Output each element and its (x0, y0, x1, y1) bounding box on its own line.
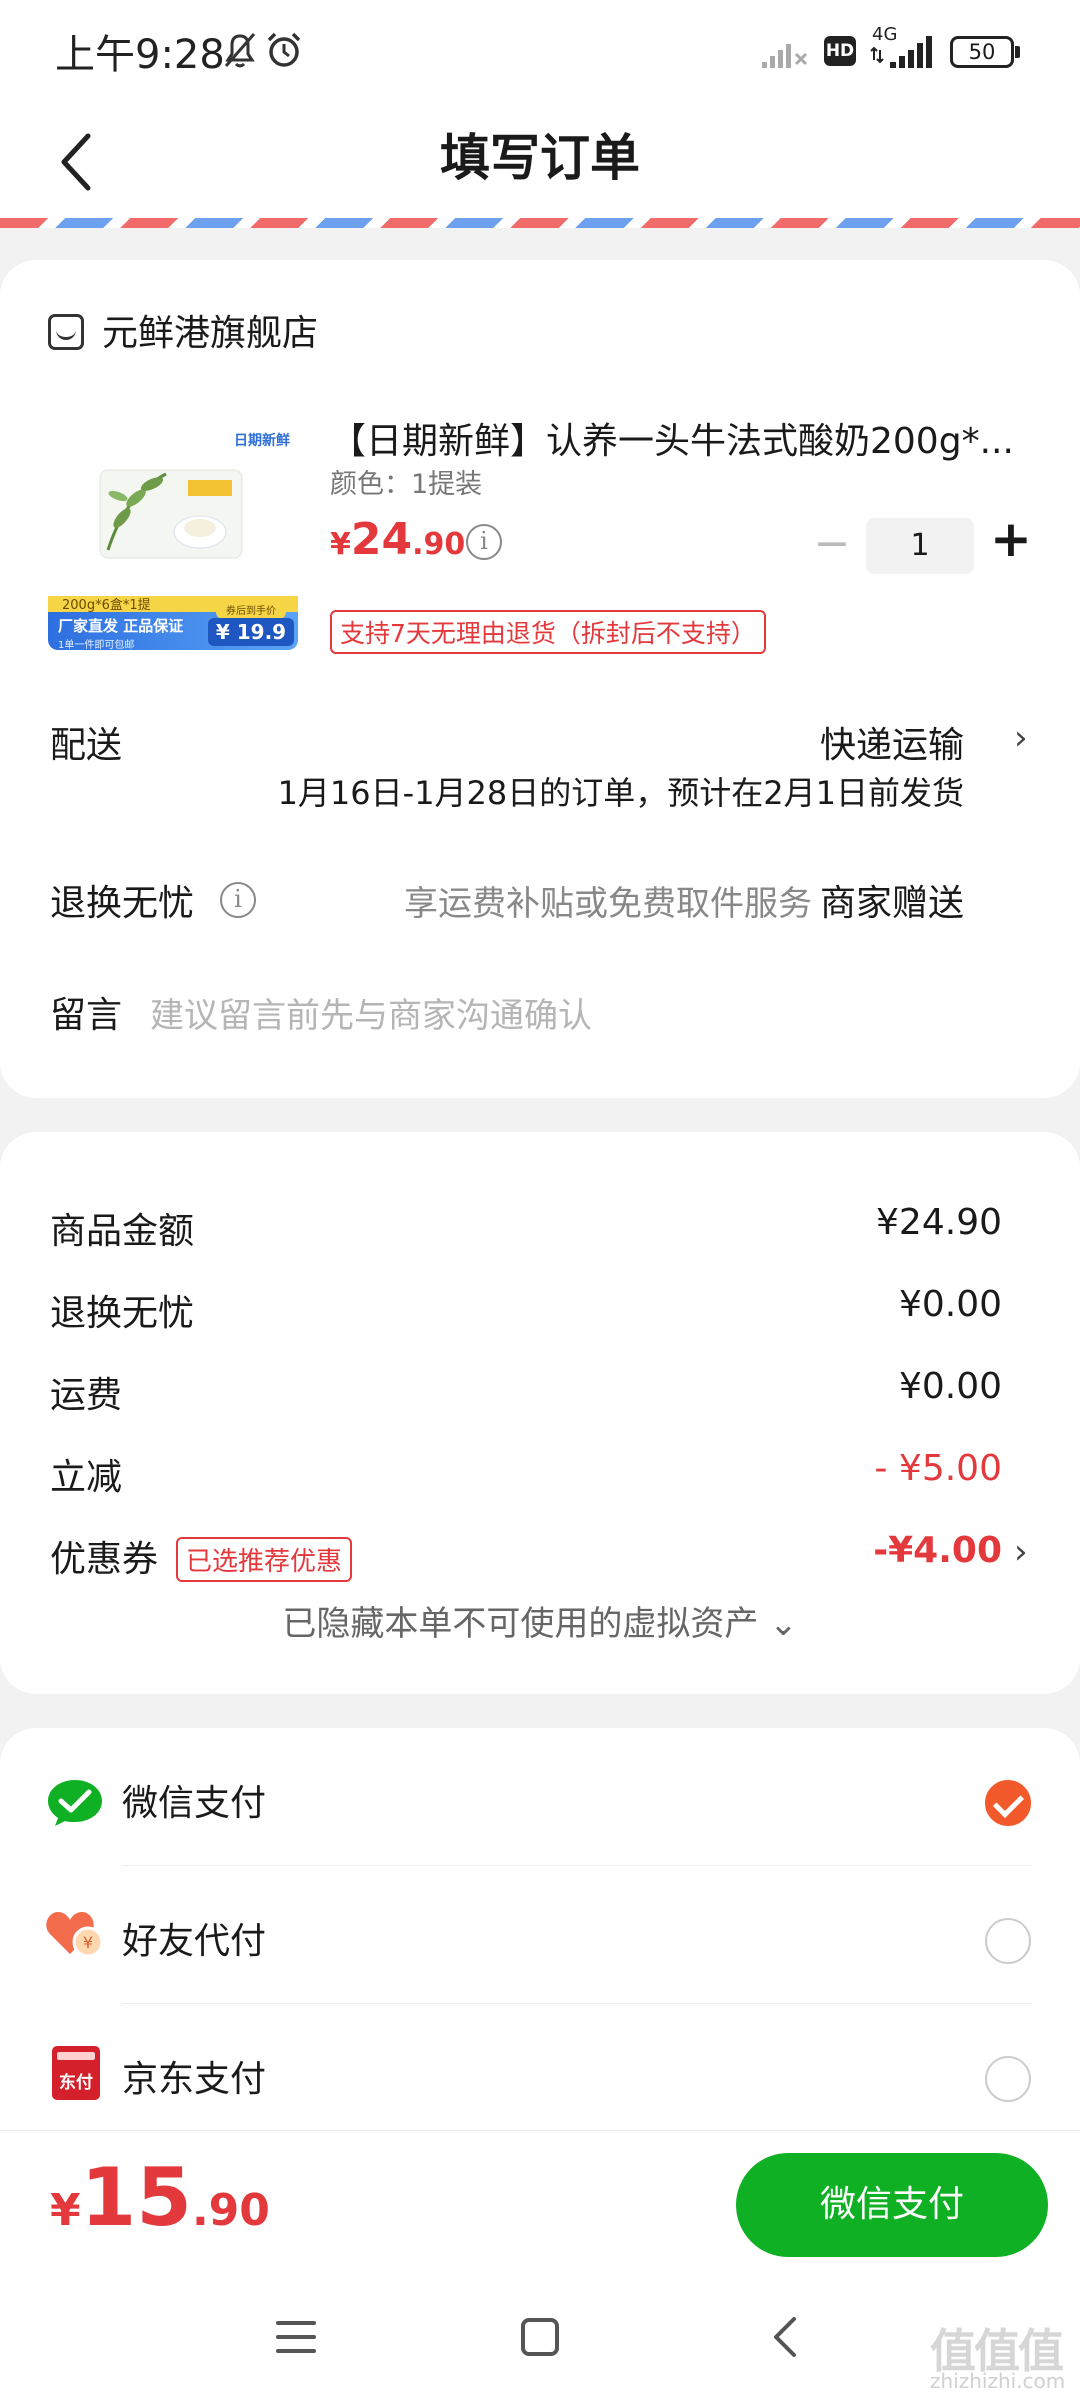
product-image-banner-text: 厂家直发 正品保证 (58, 617, 184, 635)
battery-tip (1015, 46, 1020, 58)
header: 填写订单 (0, 100, 1080, 220)
product-spec[interactable]: 颜色：1提装 (330, 462, 482, 501)
worry-free-value[interactable]: 商家赠送 (820, 874, 964, 926)
summary-label-shipping: 运费 (50, 1375, 123, 1416)
return-policy-badge: 支持7天无理由退货（拆封后不支持） (330, 610, 766, 654)
watermark-url: zhizhizhi.com (930, 2369, 1066, 2393)
yogurt-illustration (99, 469, 243, 559)
payment-radio-wechat[interactable] (985, 1780, 1031, 1826)
worry-free-info-icon[interactable]: i (220, 882, 256, 918)
payment-radio-jd[interactable] (985, 2056, 1031, 2102)
product-image-tag: 日期新鲜 (234, 433, 290, 449)
payment-label-friend: 好友代付 (122, 1921, 267, 1962)
status-bar: 上午9:28 HD 4G 50 (0, 0, 1080, 100)
product-title[interactable]: 【日期新鲜】认养一头牛法式酸奶200g*... (330, 412, 1030, 464)
order-card: 元鲜港旗舰店 日期新鲜 200g*6盒*1提 厂家直发 正品保证 1单一件即可包… (0, 260, 1080, 1098)
product-image[interactable]: 日期新鲜 200g*6盒*1提 厂家直发 正品保证 1单一件即可包邮 券后到手价… (48, 400, 298, 650)
worry-free-label: 退换无忧 (50, 883, 195, 924)
price-summary-card: 商品金额 ¥24.90 退换无忧 ¥0.00 运费 ¥0.00 立减 - ¥5.… (0, 1132, 1080, 1694)
alarm-icon (267, 32, 301, 67)
mute-bell-icon (224, 33, 256, 68)
jd-pay-icon-text: 东付 (59, 2073, 93, 2093)
jd-pay-icon: 东付 (52, 2046, 100, 2100)
coupon-badge: 已选推荐优惠 (176, 1537, 353, 1582)
store-icon (48, 314, 84, 350)
signal-weak-icon (762, 44, 808, 68)
product-image-price: ¥ 19.9 (208, 618, 294, 646)
worry-free-desc: 享运费补贴或免费取件服务 (404, 884, 812, 924)
summary-label-worry-free: 退换无忧 (50, 1293, 195, 1334)
store-name[interactable]: 元鲜港旗舰店 (102, 304, 318, 356)
hd-icon: HD (824, 36, 856, 66)
price-dec: .90 (412, 527, 466, 562)
quantity-increase-button[interactable]: + (990, 510, 1032, 568)
status-time: 上午9:28 (55, 32, 225, 78)
checkout-bar: ¥15.90 微信支付 (0, 2130, 1080, 2275)
airmail-border (0, 218, 1080, 228)
nav-back-icon[interactable] (764, 2315, 808, 2359)
payment-label-wechat: 微信支付 (122, 1783, 267, 1824)
payment-option-friend[interactable]: ¥ 好友代付 (0, 1866, 1080, 2004)
pay-button[interactable]: 微信支付 (736, 2153, 1048, 2257)
page-title: 填写订单 (440, 129, 640, 187)
summary-value-shipping: ¥0.00 (898, 1366, 1002, 1407)
message-input[interactable]: 建议留言前先与商家沟通确认 (150, 988, 592, 1037)
hidden-assets-toggle[interactable]: 已隐藏本单不可使用的虚拟资产 ⌄ (0, 1596, 1080, 1645)
summary-value-discount: - ¥5.00 (874, 1448, 1003, 1489)
friend-pay-icon: ¥ (46, 1912, 104, 1958)
battery-icon: 50 (950, 36, 1014, 68)
menu-icon[interactable] (274, 2315, 318, 2359)
total-dec: .90 (191, 2185, 270, 2236)
summary-label-goods: 商品金额 (50, 1211, 195, 1252)
signal-icon (870, 36, 932, 68)
total-price: ¥15.90 (50, 2151, 270, 2244)
delivery-note: 1月16日-1月28日的订单，预计在2月1日前发货 (277, 774, 964, 812)
coupon-chevron-icon[interactable]: › (1014, 1532, 1028, 1572)
summary-value-worry-free: ¥0.00 (898, 1284, 1002, 1325)
delivery-chevron-icon[interactable]: › (1014, 718, 1028, 758)
product-image-price-label: 券后到手价 (216, 605, 286, 619)
wechat-pay-icon (48, 1780, 102, 1826)
total-int: 15 (80, 2151, 192, 2244)
payment-label-jd: 京东支付 (122, 2059, 267, 2100)
product-image-sub: 1单一件即可包邮 (58, 640, 135, 650)
quantity-decrease-button[interactable]: − (812, 518, 852, 569)
payment-option-wechat[interactable]: 微信支付 (0, 1728, 1080, 1866)
summary-value-goods: ¥24.90 (876, 1202, 1002, 1243)
payment-radio-friend[interactable] (985, 1918, 1031, 1964)
payment-methods-card: 微信支付 ¥ 好友代付 东付 京东支付 (0, 1728, 1080, 2138)
summary-label-coupon: 优惠券 (50, 1539, 159, 1580)
message-label: 留言 (50, 995, 123, 1036)
summary-label-discount: 立减 (50, 1457, 123, 1498)
total-symbol: ¥ (50, 2185, 81, 2236)
svg-text:¥: ¥ (83, 1933, 93, 1952)
delivery-method[interactable]: 快递运输 (820, 716, 964, 768)
quantity-value[interactable]: 1 (866, 518, 974, 574)
system-nav-bar: 值值值 zhizhizhi.com (0, 2275, 1080, 2400)
delivery-label: 配送 (50, 725, 123, 766)
price-int: 24 (350, 514, 413, 565)
product-price: ¥24.90 (330, 514, 465, 565)
home-icon[interactable] (518, 2315, 562, 2359)
price-symbol: ¥ (330, 527, 351, 562)
payment-option-jd[interactable]: 东付 京东支付 (0, 2004, 1080, 2142)
price-info-icon[interactable]: i (466, 524, 502, 560)
jd-pay-icon-stripe (57, 2052, 95, 2060)
summary-value-coupon[interactable]: -¥4.00 (873, 1530, 1002, 1571)
